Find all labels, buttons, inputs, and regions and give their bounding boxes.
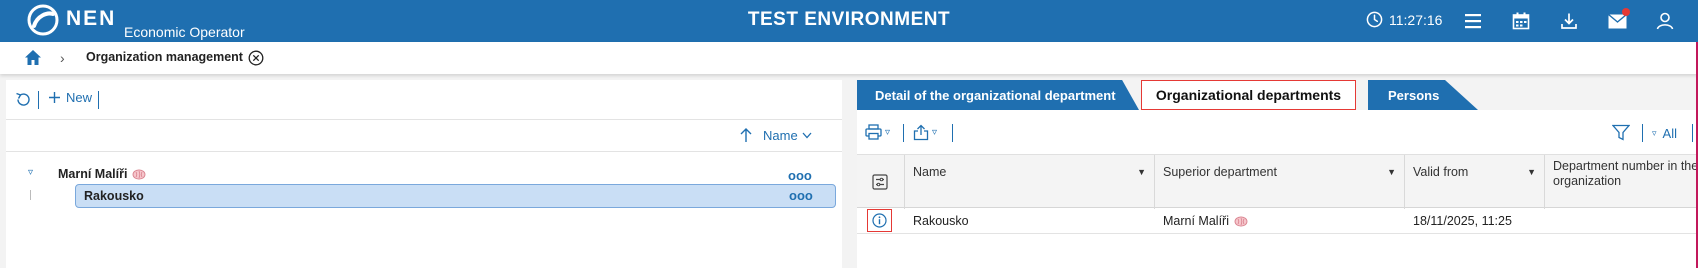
download-button[interactable] — [1558, 10, 1580, 32]
home-icon[interactable] — [24, 49, 42, 66]
new-button[interactable]: New — [48, 90, 92, 105]
column-header-label: Superior department — [1163, 165, 1277, 179]
user-button[interactable] — [1654, 10, 1676, 32]
menu-button[interactable] — [1462, 10, 1484, 32]
toolbar-divider — [38, 91, 39, 109]
cell-name: Rakousko — [913, 214, 969, 228]
cell-valid-from: 18/11/2025, 11:25 — [1413, 214, 1512, 228]
close-icon[interactable] — [248, 50, 264, 66]
tab-persons[interactable]: Persons — [1368, 80, 1478, 110]
plus-icon — [49, 92, 60, 103]
sort-field-label: Name — [763, 128, 798, 143]
quick-filter-dropdown[interactable]: ▿ All — [1652, 126, 1677, 141]
row-detail-button[interactable] — [867, 209, 892, 232]
calendar-icon — [1512, 12, 1530, 30]
column-header-superior-department[interactable]: Superior department ▼ — [1155, 155, 1405, 209]
breadcrumb-current[interactable]: Organization management — [86, 50, 243, 64]
chevron-down-icon: ▿ — [1652, 128, 1657, 138]
session-clock: 11:27:16 — [1366, 11, 1442, 28]
chevron-down-icon — [802, 132, 812, 139]
grid-toolbar: ▿ ▿ ▿ All — [857, 110, 1698, 154]
toolbar-divider — [1642, 124, 1643, 142]
toolbar-divider — [903, 124, 904, 142]
cell-superior-department: Marní Malíři — [1163, 214, 1248, 228]
filter-icon[interactable] — [1612, 124, 1630, 141]
breadcrumb: › Organization management — [0, 42, 1698, 74]
more-options-button[interactable]: ooo — [789, 188, 813, 203]
refresh-icon[interactable] — [15, 91, 32, 108]
chevron-down-icon: ▿ — [932, 127, 938, 138]
quick-filter-label: All — [1662, 126, 1677, 141]
new-button-label: New — [66, 90, 93, 105]
tree-node-root[interactable]: ▿ Marní Malíři ooo — [6, 164, 842, 186]
export-button[interactable]: ▿ — [913, 124, 937, 141]
cell-superior-department-text: Marní Malíři — [1163, 214, 1229, 228]
table-row[interactable]: Rakousko Marní Malíři 18/11/2025, 11:25 — [857, 208, 1698, 234]
sort-field-dropdown[interactable]: Name — [763, 128, 812, 143]
column-header-label: Name — [913, 165, 947, 179]
chevron-down-icon: ▿ — [885, 126, 891, 138]
toolbar-divider — [98, 91, 99, 109]
column-settings-icon[interactable] — [872, 174, 888, 190]
notification-dot — [1622, 8, 1630, 16]
column-settings-cell — [857, 155, 905, 209]
tree-node-child[interactable]: Rakousko ooo — [75, 184, 836, 208]
brain-icon — [1234, 215, 1248, 227]
column-filter-icon[interactable]: ▼ — [1527, 167, 1536, 177]
column-filter-icon[interactable]: ▼ — [1137, 167, 1146, 177]
clock-icon — [1366, 11, 1383, 28]
tab-department-detail[interactable]: Detail of the organizational department — [857, 80, 1139, 110]
column-filter-icon[interactable]: ▼ — [1387, 167, 1396, 177]
tree-toolbar: New — [6, 80, 842, 120]
toolbar-divider — [952, 124, 953, 142]
grid-header: Name ▼ Superior department ▼ Valid from … — [857, 154, 1698, 209]
more-options-button[interactable]: ooo — [788, 168, 812, 183]
organization-tree-panel: New Name ▿ Marní Malíři ooo Rakousko ooo — [6, 80, 842, 268]
column-header-label: Department number in the organization — [1553, 159, 1698, 188]
tree-node-label: Marní Malíři — [58, 167, 146, 181]
tab-organizational-departments[interactable]: Organizational departments — [1141, 80, 1356, 110]
export-icon — [913, 124, 929, 141]
hamburger-icon — [1465, 14, 1481, 29]
tree-node-text: Marní Malíři — [58, 167, 128, 181]
clock-time: 11:27:16 — [1389, 11, 1443, 28]
panel-splitter[interactable] — [843, 80, 857, 268]
user-icon — [1656, 12, 1674, 30]
environment-title: TEST ENVIRONMENT — [747, 9, 951, 30]
tree-connector — [30, 190, 31, 200]
column-header-valid-from[interactable]: Valid from ▼ — [1405, 155, 1545, 209]
calendar-button[interactable] — [1510, 10, 1532, 32]
column-header-label: Valid from — [1413, 165, 1469, 179]
departments-panel: ▿ ▿ ▿ All Name ▼ Superior department ▼ V… — [857, 110, 1698, 268]
printer-icon — [865, 124, 882, 140]
tree-node-label: Rakousko — [84, 189, 144, 203]
sort-ascending-icon[interactable] — [739, 127, 753, 143]
info-icon — [872, 213, 887, 228]
print-button[interactable]: ▿ — [865, 124, 890, 140]
column-header-department-number[interactable]: Department number in the organization — [1545, 155, 1698, 209]
toolbar-divider — [1692, 124, 1693, 142]
download-icon — [1561, 13, 1577, 29]
top-bar: NEN Economic Operator TEST ENVIRONMENT 1… — [0, 0, 1698, 42]
brain-icon — [133, 168, 146, 180]
column-header-name[interactable]: Name ▼ — [905, 155, 1155, 209]
chevron-right-icon: › — [60, 50, 65, 66]
expand-toggle-icon[interactable]: ▿ — [28, 167, 33, 178]
sort-bar: Name — [6, 120, 842, 152]
messages-button[interactable] — [1606, 8, 1630, 32]
